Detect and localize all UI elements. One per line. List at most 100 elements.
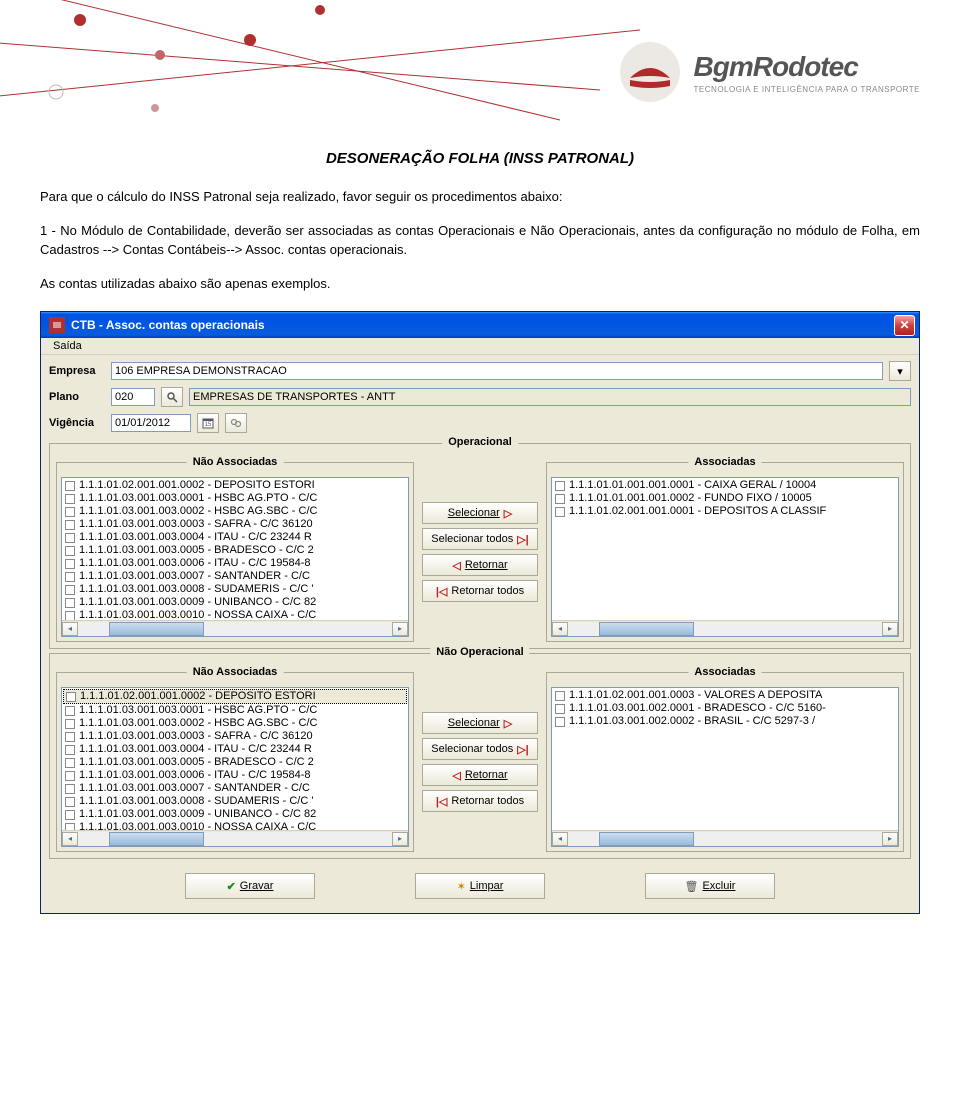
list-item-text: 1.1.1.01.01.001.001.0002 - FUNDO FIXO / …: [569, 492, 812, 505]
checkbox-icon[interactable]: [65, 494, 75, 504]
checkbox-icon[interactable]: [65, 585, 75, 595]
vigencia-input[interactable]: [111, 414, 191, 432]
list-item[interactable]: 1.1.1.01.03.001.003.0007 - SANTANDER - C…: [63, 570, 407, 583]
excluir-button[interactable]: 🗑Excluir: [645, 873, 775, 899]
list-item[interactable]: 1.1.1.01.03.001.003.0005 - BRADESCO - C/…: [63, 544, 407, 557]
list-item[interactable]: 1.1.1.01.03.001.003.0005 - BRADESCO - C/…: [63, 756, 407, 769]
list-item[interactable]: 1.1.1.01.02.001.001.0001 - DEPOSITOS A C…: [553, 505, 897, 518]
nop-assoc-listbox[interactable]: 1.1.1.01.02.001.001.0003 - VALORES A DEP…: [551, 687, 899, 847]
list-item[interactable]: 1.1.1.01.03.001.002.0001 - BRADESCO - C/…: [553, 702, 897, 715]
list-item[interactable]: 1.1.1.01.03.001.003.0001 - HSBC AG.PTO -…: [63, 492, 407, 505]
checkbox-icon[interactable]: [65, 810, 75, 820]
checkbox-icon[interactable]: [65, 732, 75, 742]
checkbox-icon[interactable]: [555, 507, 565, 517]
list-item[interactable]: 1.1.1.01.02.001.001.0003 - VALORES A DEP…: [553, 689, 897, 702]
list-item[interactable]: 1.1.1.01.03.001.003.0004 - ITAU - C/C 23…: [63, 743, 407, 756]
gravar-button[interactable]: ✔Gravar: [185, 873, 315, 899]
checkbox-icon[interactable]: [555, 494, 565, 504]
empresa-input[interactable]: [111, 362, 883, 380]
checkbox-icon[interactable]: [66, 692, 76, 702]
plano-code-input[interactable]: [111, 388, 155, 406]
checkbox-icon[interactable]: [65, 745, 75, 755]
checkbox-icon[interactable]: [65, 758, 75, 768]
vigencia-calendar-button[interactable]: 15: [197, 413, 219, 433]
op-assoc-listbox[interactable]: 1.1.1.01.01.001.001.0001 - CAIXA GERAL /…: [551, 477, 899, 637]
list-item-text: 1.1.1.01.03.001.003.0004 - ITAU - C/C 23…: [79, 743, 312, 756]
op-retornar-button[interactable]: ◁ Retornar: [422, 554, 538, 576]
op-selecionar-todos-button[interactable]: Selecionar todos ▷|: [422, 528, 538, 550]
list-item[interactable]: 1.1.1.01.03.001.003.0004 - ITAU - C/C 23…: [63, 531, 407, 544]
op-selecionar-button[interactable]: Selecionar ▷: [422, 502, 538, 524]
titlebar[interactable]: CTB - Assoc. contas operacionais ✕: [41, 312, 919, 338]
menu-saida[interactable]: Saída: [47, 338, 88, 354]
nop-nao-label: Não Associadas: [187, 666, 284, 678]
menubar: Saída: [41, 338, 919, 355]
list-item[interactable]: 1.1.1.01.03.001.002.0002 - BRASIL - C/C …: [553, 715, 897, 728]
checkbox-icon[interactable]: [65, 507, 75, 517]
window-title: CTB - Assoc. contas operacionais: [71, 318, 265, 332]
list-item[interactable]: 1.1.1.01.01.001.001.0001 - CAIXA GERAL /…: [553, 479, 897, 492]
list-item-text: 1.1.1.01.02.001.001.0002 - DEPOSITO ESTO…: [80, 690, 316, 703]
empresa-dropdown-button[interactable]: ▾: [889, 361, 911, 381]
checkbox-icon[interactable]: [65, 771, 75, 781]
list-item[interactable]: 1.1.1.01.03.001.003.0003 - SAFRA - C/C 3…: [63, 730, 407, 743]
checkbox-icon[interactable]: [65, 611, 75, 621]
checkbox-icon[interactable]: [65, 719, 75, 729]
trash-icon: 🗑: [685, 880, 699, 893]
checkbox-icon[interactable]: [65, 520, 75, 530]
op-nao-listbox[interactable]: 1.1.1.01.02.001.001.0002 - DEPOSITO ESTO…: [61, 477, 409, 637]
checkbox-icon[interactable]: [555, 717, 565, 727]
checkbox-icon[interactable]: [65, 784, 75, 794]
list-item[interactable]: 1.1.1.01.02.001.001.0002 - DEPOSITO ESTO…: [63, 479, 407, 492]
list-item[interactable]: 1.1.1.01.03.001.003.0010 - NOSSA CAIXA -…: [63, 821, 407, 830]
checkbox-icon[interactable]: [65, 823, 75, 831]
checkbox-icon[interactable]: [65, 481, 75, 491]
vigencia-search-button[interactable]: [225, 413, 247, 433]
list-item[interactable]: 1.1.1.01.03.001.003.0003 - SAFRA - C/C 3…: [63, 518, 407, 531]
checkbox-icon[interactable]: [65, 797, 75, 807]
list-item-text: 1.1.1.01.02.001.001.0003 - VALORES A DEP…: [569, 689, 822, 702]
list-item[interactable]: 1.1.1.01.03.001.003.0006 - ITAU - C/C 19…: [63, 769, 407, 782]
nop-retornar-todos-button[interactable]: |◁ Retornar todos: [422, 790, 538, 812]
list-item[interactable]: 1.1.1.01.03.001.003.0001 - HSBC AG.PTO -…: [63, 704, 407, 717]
list-item[interactable]: 1.1.1.01.03.001.003.0010 - NOSSA CAIXA -…: [63, 609, 407, 620]
checkbox-icon[interactable]: [555, 481, 565, 491]
list-item[interactable]: 1.1.1.01.03.001.003.0008 - SUDAMERIS - C…: [63, 795, 407, 808]
hscrollbar[interactable]: ◂▸: [62, 830, 408, 846]
plano-search-button[interactable]: [161, 387, 183, 407]
list-item-text: 1.1.1.01.03.001.003.0002 - HSBC AG.SBC -…: [79, 505, 317, 518]
hscrollbar[interactable]: ◂▸: [552, 830, 898, 846]
list-item-text: 1.1.1.01.03.001.002.0001 - BRADESCO - C/…: [569, 702, 826, 715]
checkbox-icon[interactable]: [555, 691, 565, 701]
checkbox-icon[interactable]: [65, 533, 75, 543]
limpar-button[interactable]: ✶Limpar: [415, 873, 545, 899]
checkbox-icon[interactable]: [555, 704, 565, 714]
op-retornar-todos-button[interactable]: |◁ Retornar todos: [422, 580, 538, 602]
list-item[interactable]: 1.1.1.01.03.001.003.0007 - SANTANDER - C…: [63, 782, 407, 795]
logo-name: BgmRodotec: [694, 51, 920, 83]
hscrollbar[interactable]: ◂▸: [552, 620, 898, 636]
list-item[interactable]: 1.1.1.01.03.001.003.0008 - SUDAMERIS - C…: [63, 583, 407, 596]
hscrollbar[interactable]: ◂▸: [62, 620, 408, 636]
list-item[interactable]: 1.1.1.01.03.001.003.0006 - ITAU - C/C 19…: [63, 557, 407, 570]
list-item[interactable]: 1.1.1.01.01.001.001.0002 - FUNDO FIXO / …: [553, 492, 897, 505]
group-nao-operacional: Não Operacional Não Associadas 1.1.1.01.…: [49, 653, 911, 859]
nop-selecionar-todos-button[interactable]: Selecionar todos ▷|: [422, 738, 538, 760]
checkbox-icon[interactable]: [65, 598, 75, 608]
list-item[interactable]: 1.1.1.01.02.001.001.0002 - DEPOSITO ESTO…: [63, 689, 407, 704]
checkbox-icon[interactable]: [65, 546, 75, 556]
checkbox-icon[interactable]: [65, 706, 75, 716]
nop-nao-associadas-panel: Não Associadas 1.1.1.01.02.001.001.0002 …: [56, 672, 414, 852]
list-item-text: 1.1.1.01.03.001.003.0010 - NOSSA CAIXA -…: [79, 609, 316, 620]
nop-nao-listbox[interactable]: 1.1.1.01.02.001.001.0002 - DEPOSITO ESTO…: [61, 687, 409, 847]
close-button[interactable]: ✕: [894, 315, 915, 336]
nop-retornar-button[interactable]: ◁ Retornar: [422, 764, 538, 786]
checkbox-icon[interactable]: [65, 559, 75, 569]
check-icon: ✔: [227, 880, 236, 893]
nop-selecionar-button[interactable]: Selecionar ▷: [422, 712, 538, 734]
list-item[interactable]: 1.1.1.01.03.001.003.0002 - HSBC AG.SBC -…: [63, 717, 407, 730]
list-item[interactable]: 1.1.1.01.03.001.003.0009 - UNIBANCO - C/…: [63, 596, 407, 609]
list-item[interactable]: 1.1.1.01.03.001.003.0002 - HSBC AG.SBC -…: [63, 505, 407, 518]
checkbox-icon[interactable]: [65, 572, 75, 582]
list-item[interactable]: 1.1.1.01.03.001.003.0009 - UNIBANCO - C/…: [63, 808, 407, 821]
